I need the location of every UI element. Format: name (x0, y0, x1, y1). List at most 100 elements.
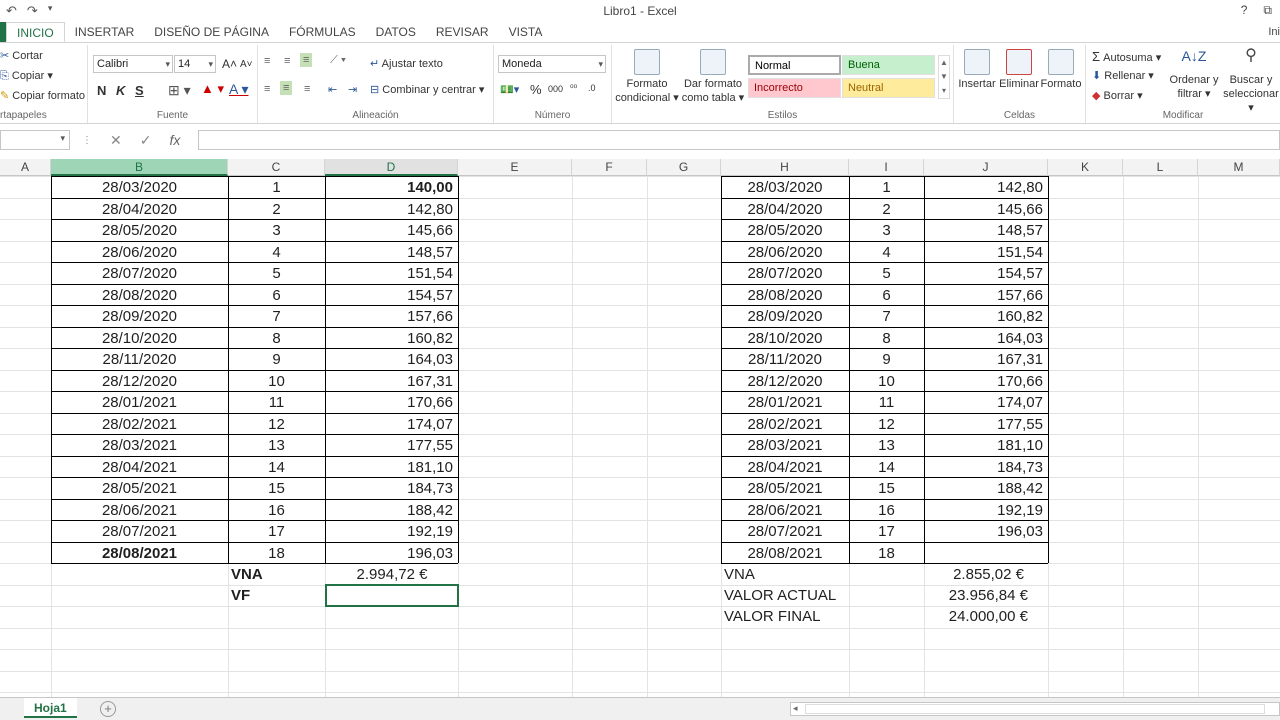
sheet-tab-hoja1[interactable]: Hoja1 (24, 698, 77, 718)
column-header-b[interactable]: B (51, 159, 228, 176)
right-table-date-cell[interactable]: 28/05/2020 (722, 220, 848, 241)
right-table-date-cell[interactable]: 28/08/2020 (722, 285, 848, 306)
left-table-amount-cell[interactable]: 157,66 (326, 306, 457, 327)
bold-button[interactable]: N (97, 83, 106, 98)
left-table-period-cell[interactable]: 9 (229, 349, 324, 370)
left-table-period-cell[interactable]: 11 (229, 392, 324, 413)
right-table-amount-cell[interactable]: 181,10 (925, 435, 1047, 456)
left-table-amount-cell[interactable]: 170,66 (326, 392, 457, 413)
cut-button[interactable]: ✂ Cortar (0, 49, 43, 62)
right-table-period-cell[interactable]: 3 (850, 220, 923, 241)
left-table-period-cell[interactable]: 17 (229, 521, 324, 542)
right-table-period-cell[interactable]: 13 (850, 435, 923, 456)
decrease-indent-icon[interactable]: ⇤ (328, 83, 337, 96)
column-header-j[interactable]: J (924, 159, 1048, 176)
underline-button[interactable]: S (135, 83, 144, 98)
right-table-date-cell[interactable]: 28/10/2020 (722, 328, 848, 349)
right-table-period-cell[interactable]: 8 (850, 328, 923, 349)
left-table-amount-cell[interactable]: 154,57 (326, 285, 457, 306)
left-table-date-cell[interactable]: 28/05/2021 (52, 478, 227, 499)
shrink-font-icon[interactable]: A˅ (240, 59, 253, 70)
right-table-amount-cell[interactable]: 154,57 (925, 263, 1047, 284)
delete-cells-button[interactable]: Eliminar (998, 49, 1040, 91)
right-table-date-cell[interactable]: 28/03/2020 (722, 177, 848, 198)
thousands-button[interactable]: 000 (548, 84, 563, 94)
left-table-amount-cell[interactable]: 151,54 (326, 263, 457, 284)
right-table-date-cell[interactable]: 28/07/2021 (722, 521, 848, 542)
right-table-period-cell[interactable]: 7 (850, 306, 923, 327)
italic-button[interactable]: K (116, 83, 125, 98)
left-table-period-cell[interactable]: 12 (229, 414, 324, 435)
left-table-amount-cell[interactable]: 188,42 (326, 500, 457, 521)
right-table-amount-cell[interactable]: 196,03 (925, 521, 1047, 542)
column-header-e[interactable]: E (458, 159, 572, 176)
right-table-date-cell[interactable]: 28/12/2020 (722, 371, 848, 392)
right-table-amount-cell[interactable]: 174,07 (925, 392, 1047, 413)
left-table-date-cell[interactable]: 28/12/2020 (52, 371, 227, 392)
font-color-icon[interactable]: A ▾ (229, 81, 248, 98)
left-table-period-cell[interactable]: 1 (229, 177, 324, 198)
selected-cell-d[interactable] (325, 584, 459, 607)
tab-inicio[interactable]: INICIO (6, 22, 65, 42)
worksheet-grid[interactable]: A B C D E F G H I J K L M VNA 2.994,72 €… (0, 159, 1280, 697)
left-table-date-cell[interactable]: 28/07/2020 (52, 263, 227, 284)
tab-insertar[interactable]: INSERTAR (65, 22, 145, 42)
left-table-date-cell[interactable]: 28/10/2020 (52, 328, 227, 349)
left-table-period-cell[interactable]: 7 (229, 306, 324, 327)
sort-filter-button[interactable]: A↓Z Ordenar y filtrar ▾ (1166, 49, 1222, 101)
number-format-select[interactable]: Moneda (498, 55, 606, 73)
right-table-date-cell[interactable]: 28/04/2020 (722, 199, 848, 220)
column-header-k[interactable]: K (1048, 159, 1123, 176)
increase-indent-icon[interactable]: ⇥ (348, 83, 357, 96)
left-table-amount-cell[interactable]: 174,07 (326, 414, 457, 435)
left-table-amount-cell[interactable]: 192,19 (326, 521, 457, 542)
align-top-icon[interactable]: ≡ (264, 55, 270, 67)
left-table-date-cell[interactable]: 28/04/2021 (52, 457, 227, 478)
left-table-period-cell[interactable]: 15 (229, 478, 324, 499)
right-table-date-cell[interactable]: 28/03/2021 (722, 435, 848, 456)
orientation-icon[interactable]: ⟋ ▾ (330, 54, 346, 67)
left-table-period-cell[interactable]: 2 (229, 199, 324, 220)
grow-font-icon[interactable]: A˄ (222, 57, 237, 71)
styles-scroll[interactable]: ▲ ▼ ▾ (938, 55, 950, 99)
left-table-date-cell[interactable]: 28/03/2020 (52, 177, 227, 198)
left-table-amount-cell[interactable]: 148,57 (326, 242, 457, 263)
ribbon-display-options-icon[interactable]: ⧉ (1263, 3, 1272, 18)
right-table-amount-cell[interactable]: 151,54 (925, 242, 1047, 263)
valor-final-value[interactable]: 24.000,00 € (924, 606, 1028, 627)
left-table-date-cell[interactable]: 28/06/2020 (52, 242, 227, 263)
right-table-period-cell[interactable]: 18 (850, 543, 923, 564)
left-table-amount-cell[interactable]: 184,73 (326, 478, 457, 499)
font-name-select[interactable]: Calibri (93, 55, 173, 73)
right-table-period-cell[interactable]: 17 (850, 521, 923, 542)
style-buena[interactable]: Buena (842, 55, 935, 75)
vna-value-left[interactable]: 2.994,72 € (326, 564, 458, 585)
column-header-l[interactable]: L (1123, 159, 1198, 176)
align-middle-icon[interactable]: ≡ (284, 55, 290, 67)
right-table-amount-cell[interactable]: 192,19 (925, 500, 1047, 521)
right-table-period-cell[interactable]: 9 (850, 349, 923, 370)
merge-center-button[interactable]: ⊟ Combinar y centrar ▾ (370, 83, 484, 96)
right-table-date-cell[interactable]: 28/06/2020 (722, 242, 848, 263)
right-table-date-cell[interactable]: 28/06/2021 (722, 500, 848, 521)
right-table-amount-cell[interactable]: 164,03 (925, 328, 1047, 349)
left-table-amount-cell[interactable]: 164,03 (326, 349, 457, 370)
borders-icon[interactable]: ⊞ ▾ (168, 82, 191, 99)
right-table-amount-cell[interactable]: 148,57 (925, 220, 1047, 241)
style-normal[interactable]: Normal (748, 55, 841, 75)
left-table-date-cell[interactable]: 28/07/2021 (52, 521, 227, 542)
left-table-amount-cell[interactable]: 196,03 (326, 543, 457, 564)
sign-in-link[interactable]: Ini (1268, 22, 1280, 42)
right-table-date-cell[interactable]: 28/05/2021 (722, 478, 848, 499)
left-table-date-cell[interactable]: 28/01/2021 (52, 392, 227, 413)
left-table-period-cell[interactable]: 3 (229, 220, 324, 241)
right-table-amount-cell[interactable]: 184,73 (925, 457, 1047, 478)
align-center-icon[interactable]: ≡ (280, 81, 293, 95)
tab-datos[interactable]: DATOS (366, 22, 426, 42)
increase-decimal-icon[interactable]: ⁰⁰ (570, 83, 577, 94)
scroll-left-icon[interactable]: ◂ (793, 703, 798, 714)
right-table-date-cell[interactable]: 28/02/2021 (722, 414, 848, 435)
right-table-date-cell[interactable]: 28/09/2020 (722, 306, 848, 327)
fill-button[interactable]: ⬇ Rellenar ▾ (1092, 69, 1154, 82)
left-table-date-cell[interactable]: 28/05/2020 (52, 220, 227, 241)
